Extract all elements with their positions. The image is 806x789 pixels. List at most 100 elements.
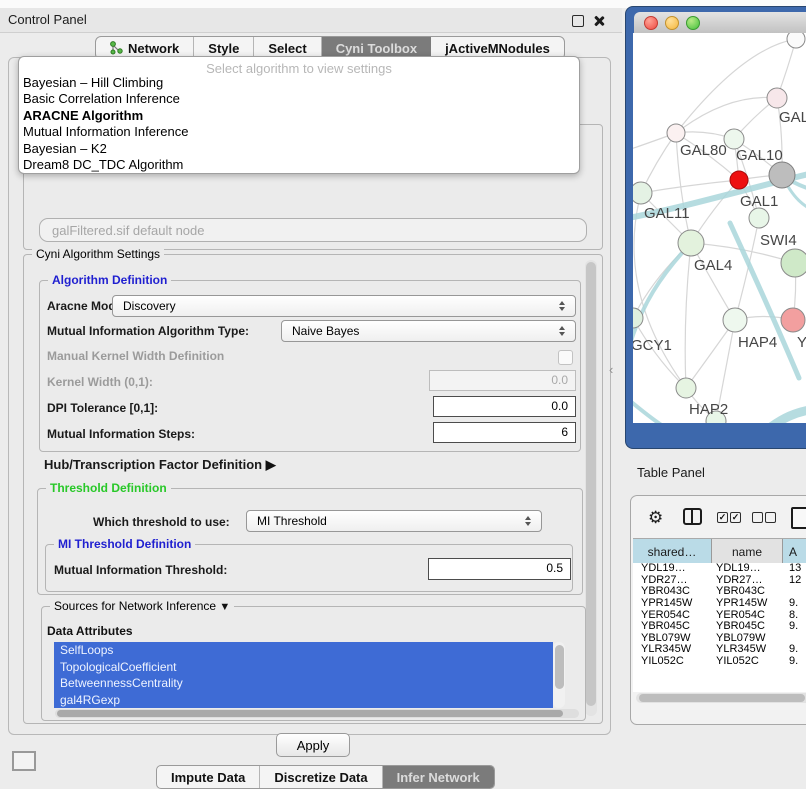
network-icon <box>110 41 123 55</box>
table-cell: 9. <box>783 621 798 633</box>
data-attributes-list[interactable]: SelfLoopsTopologicalCoefficientBetweenne… <box>54 642 553 708</box>
algorithm-option[interactable]: Bayesian – Hill Climbing <box>23 75 575 91</box>
close-icon[interactable] <box>592 14 605 27</box>
select-all-checkbox-icon[interactable]: ✓ <box>730 512 741 523</box>
collapse-down-icon[interactable]: ▼ <box>219 601 230 613</box>
network-node-gal10[interactable] <box>724 129 744 149</box>
node-label-gcy1: GCY1 <box>633 337 672 354</box>
table-cell: YPR145W <box>633 598 712 610</box>
spinner-arrows-icon <box>559 301 565 311</box>
table-row[interactable]: YBR043CYBR043C <box>633 586 806 598</box>
mi-threshold-field[interactable]: 0.5 <box>428 558 571 580</box>
columns-icon[interactable] <box>683 508 702 525</box>
bottom-tab-discretize-data[interactable]: Discretize Data <box>260 766 382 788</box>
attributes-hscrollbar[interactable] <box>55 709 579 718</box>
table-row[interactable]: YBL079WYBL079W <box>633 633 806 645</box>
table-cell: 12 <box>783 575 801 587</box>
attribute-item[interactable]: BetweennessCentrality <box>54 675 553 692</box>
network-node-gal11[interactable] <box>633 182 652 204</box>
corner-widget-icon[interactable] <box>12 751 36 771</box>
which-threshold-combo[interactable]: MI Threshold <box>246 510 542 532</box>
table-row[interactable]: YBR045CYBR045C9. <box>633 621 806 633</box>
network-node-gal[interactable] <box>767 88 787 108</box>
network-node-swi4[interactable] <box>781 249 806 277</box>
algorithm-option[interactable]: Basic Correlation Inference <box>23 91 575 107</box>
attributes-hscrollbar-thumb[interactable] <box>57 710 563 717</box>
network-node-hap2[interactable] <box>676 378 696 398</box>
network-node-gal80[interactable] <box>667 124 685 142</box>
table-cell: YBR045C <box>712 621 783 633</box>
minimize-traffic-light-icon[interactable] <box>665 16 679 30</box>
attributes-vscrollbar[interactable] <box>553 642 565 708</box>
bottom-tab-impute-data[interactable]: Impute Data <box>157 766 260 788</box>
mi-algorithm-type-combo[interactable]: Naive Bayes <box>281 320 576 342</box>
table-row[interactable]: YER054CYER054C8. <box>633 610 806 622</box>
network-source-combo[interactable]: galFiltered.sif default node <box>39 218 587 242</box>
settings-scrollbar[interactable] <box>585 260 597 716</box>
gear-icon[interactable]: ⚙ <box>648 509 663 526</box>
close-traffic-light-icon[interactable] <box>644 16 658 30</box>
table-row[interactable]: YIL052CYIL052C9. <box>633 656 806 668</box>
network-edge <box>685 243 691 388</box>
mi-algorithm-type-label: Mutual Information Algorithm Type: <box>47 324 249 338</box>
algorithm-option[interactable]: ARACNE Algorithm <box>23 108 575 124</box>
bottom-tab-infer-network[interactable]: Infer Network <box>383 766 494 788</box>
deselect-all-checkbox-icon[interactable] <box>752 512 763 523</box>
column-header[interactable]: A <box>783 539 806 564</box>
algorithm-option[interactable]: Mutual Information Inference <box>23 124 575 140</box>
table-hscrollbar-thumb[interactable] <box>639 694 805 702</box>
table-rows[interactable]: YDL19…YDL19…13YDR27…YDR27…12YBR043CYBR04… <box>633 563 806 692</box>
aracne-mode-combo[interactable]: Discovery <box>112 295 576 317</box>
kernel-width-field[interactable]: 0.0 <box>429 370 576 391</box>
node-label-hap4: HAP4 <box>738 334 777 351</box>
sources-title[interactable]: Sources for Network Inference ▼ <box>50 599 234 613</box>
table-cell: YIL052C <box>712 656 783 668</box>
attribute-item[interactable]: SelfLoops <box>54 642 553 659</box>
network-graph[interactable]: GALGAL80GAL10GAL1GAL11GAL4SWI4GCY1HAP4YH… <box>633 33 806 423</box>
algorithm-dropdown-placeholder: Select algorithm to view settings <box>19 61 579 76</box>
table-cell: YER054C <box>712 610 783 622</box>
network-node[interactable] <box>787 33 805 48</box>
column-header[interactable]: shared… <box>633 539 712 564</box>
manual-kernel-checkbox[interactable] <box>558 350 573 365</box>
table-cell: YLR345W <box>633 644 712 656</box>
network-node-gal4[interactable] <box>678 230 704 256</box>
table-cell: YBR045C <box>633 621 712 633</box>
float-window-icon[interactable] <box>572 15 584 27</box>
network-window-titlebar[interactable] <box>634 12 806 34</box>
network-canvas[interactable]: GALGAL80GAL10GAL1GAL11GAL4SWI4GCY1HAP4YH… <box>633 33 806 423</box>
settings-scrollbar-thumb[interactable] <box>586 262 596 706</box>
network-node[interactable] <box>749 208 769 228</box>
expand-right-icon[interactable]: ▶ <box>266 457 276 473</box>
table-row[interactable]: YDL19…YDL19…13 <box>633 563 806 575</box>
table-row[interactable]: YDR27…YDR27…12 <box>633 575 806 587</box>
attributes-vscrollbar-thumb[interactable] <box>555 645 564 689</box>
algorithm-definition-title: Algorithm Definition <box>48 273 171 287</box>
node-label-hap2: HAP2 <box>689 401 728 418</box>
network-node[interactable] <box>769 162 795 188</box>
column-header[interactable]: name <box>712 539 783 564</box>
select-all-checkbox-icon[interactable]: ✓ <box>717 512 728 523</box>
algorithm-option[interactable]: Bayesian – K2 <box>23 141 575 157</box>
attribute-item[interactable]: gal4RGexp <box>54 692 553 709</box>
node-label-swi4: SWI4 <box>760 232 797 249</box>
dpi-tolerance-label: DPI Tolerance [0,1]: <box>47 401 158 415</box>
zoom-traffic-light-icon[interactable] <box>686 16 700 30</box>
table-row[interactable]: YPR145WYPR145W9. <box>633 598 806 610</box>
tab-label: Network <box>128 41 179 56</box>
table-hscrollbar[interactable] <box>636 693 806 703</box>
hub-definition-label[interactable]: Hub/Transcription Factor Definition ▶ <box>44 457 276 473</box>
deselect-all-checkbox-icon[interactable] <box>765 512 776 523</box>
network-node-gal1[interactable] <box>730 171 748 189</box>
table-row[interactable]: YLR345WYLR345W9. <box>633 644 806 656</box>
attribute-item[interactable]: TopologicalCoefficient <box>54 659 553 676</box>
document-icon[interactable] <box>791 507 806 529</box>
apply-button[interactable]: Apply <box>276 733 350 757</box>
dpi-tolerance-field[interactable]: 0.0 <box>433 396 576 417</box>
aracne-mode-value: Discovery <box>123 299 176 313</box>
mi-steps-field[interactable]: 6 <box>433 422 576 443</box>
splitter-collapse-icon[interactable]: ‹ <box>609 362 613 377</box>
algorithm-option[interactable]: Dream8 DC_TDC Algorithm <box>23 157 575 173</box>
network-node-y[interactable] <box>781 308 805 332</box>
network-node-hap4[interactable] <box>723 308 747 332</box>
